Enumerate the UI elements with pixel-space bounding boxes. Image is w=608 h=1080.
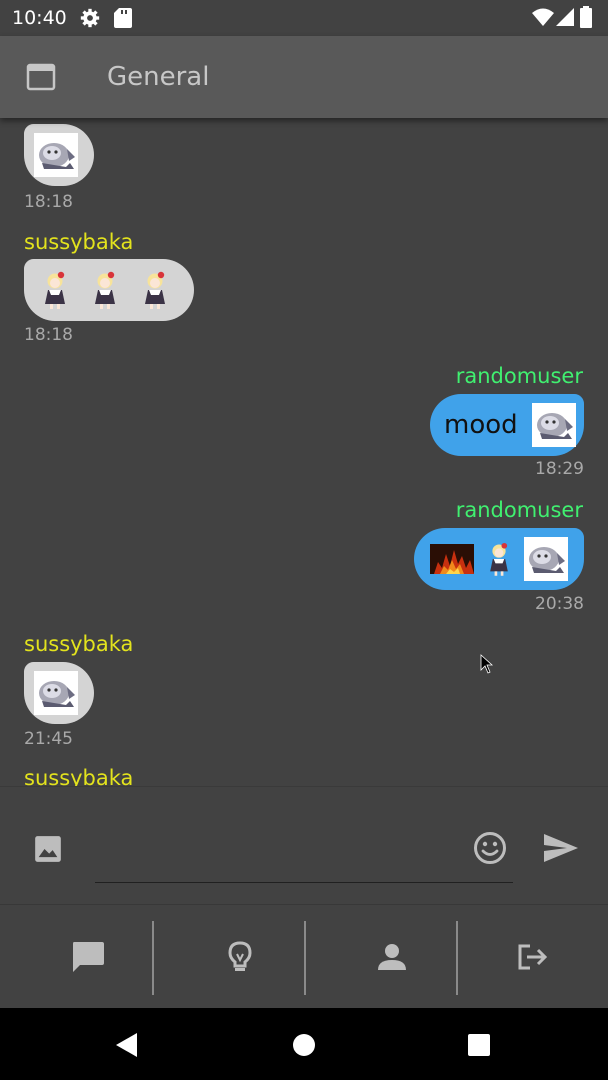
channel-title: General bbox=[107, 62, 210, 92]
sticker-gray-character bbox=[524, 537, 568, 581]
message-time: 18:29 bbox=[535, 459, 584, 479]
sticker-blonde-girl bbox=[38, 270, 72, 310]
sd-card-icon bbox=[114, 8, 132, 28]
message-bubble[interactable] bbox=[414, 528, 584, 590]
nav-ideas[interactable] bbox=[164, 905, 316, 1009]
sender-name[interactable]: sussybaka bbox=[24, 632, 133, 656]
sticker-blonde-girl bbox=[484, 539, 514, 579]
emoji-icon[interactable] bbox=[473, 831, 507, 865]
status-bar: 10:40 bbox=[0, 0, 608, 36]
back-icon[interactable] bbox=[115, 1032, 139, 1058]
nav-logout[interactable] bbox=[456, 905, 608, 1009]
sender-name[interactable]: sussybaka bbox=[24, 766, 133, 786]
nav-divider bbox=[152, 921, 154, 995]
message-time: 21:45 bbox=[24, 729, 73, 749]
nav-divider bbox=[304, 921, 306, 995]
send-icon[interactable] bbox=[543, 833, 579, 863]
home-icon[interactable] bbox=[292, 1033, 316, 1057]
message-time: 18:18 bbox=[24, 192, 73, 212]
message-composer bbox=[0, 786, 608, 905]
nav-chat[interactable] bbox=[12, 905, 164, 1009]
logout-icon bbox=[518, 944, 548, 970]
input-underline bbox=[95, 882, 513, 883]
lightbulb-icon bbox=[228, 941, 252, 971]
nav-profile[interactable] bbox=[316, 905, 468, 1009]
signal-icon bbox=[556, 8, 574, 26]
sender-name[interactable]: randomuser bbox=[456, 498, 583, 522]
app-bar: General bbox=[0, 36, 608, 118]
message-time: 20:38 bbox=[535, 594, 584, 614]
message-time: 18:18 bbox=[24, 325, 73, 345]
message-bubble[interactable]: mood bbox=[430, 394, 584, 456]
message-bubble[interactable] bbox=[24, 259, 194, 321]
system-navigation-bar bbox=[0, 1008, 608, 1080]
message-bubble[interactable] bbox=[24, 662, 94, 724]
message-bubble[interactable] bbox=[24, 124, 94, 186]
sticker-gray-character bbox=[34, 671, 78, 715]
sticker-blonde-girl bbox=[138, 270, 172, 310]
message-text: mood bbox=[444, 410, 518, 440]
sticker-blonde-girl bbox=[88, 270, 122, 310]
wifi-icon bbox=[532, 8, 554, 26]
sticker-gray-character bbox=[532, 403, 576, 447]
status-time: 10:40 bbox=[12, 7, 67, 29]
sender-name[interactable]: sussybaka bbox=[24, 230, 133, 254]
sticker-gray-character bbox=[34, 133, 78, 177]
mouse-cursor-icon bbox=[480, 654, 494, 674]
message-input[interactable] bbox=[95, 827, 459, 879]
battery-icon bbox=[580, 6, 592, 28]
message-list[interactable]: 18:18 sussybaka 18:18 randomuser mood 18… bbox=[0, 118, 608, 786]
bottom-navigation bbox=[0, 904, 608, 1009]
person-icon bbox=[378, 944, 406, 970]
sender-name[interactable]: randomuser bbox=[456, 364, 583, 388]
window-icon[interactable] bbox=[26, 63, 56, 91]
chat-icon bbox=[73, 942, 104, 972]
recents-icon[interactable] bbox=[468, 1034, 490, 1056]
settings-icon bbox=[80, 8, 100, 28]
sticker-fire bbox=[430, 544, 474, 574]
image-icon[interactable] bbox=[34, 835, 62, 863]
